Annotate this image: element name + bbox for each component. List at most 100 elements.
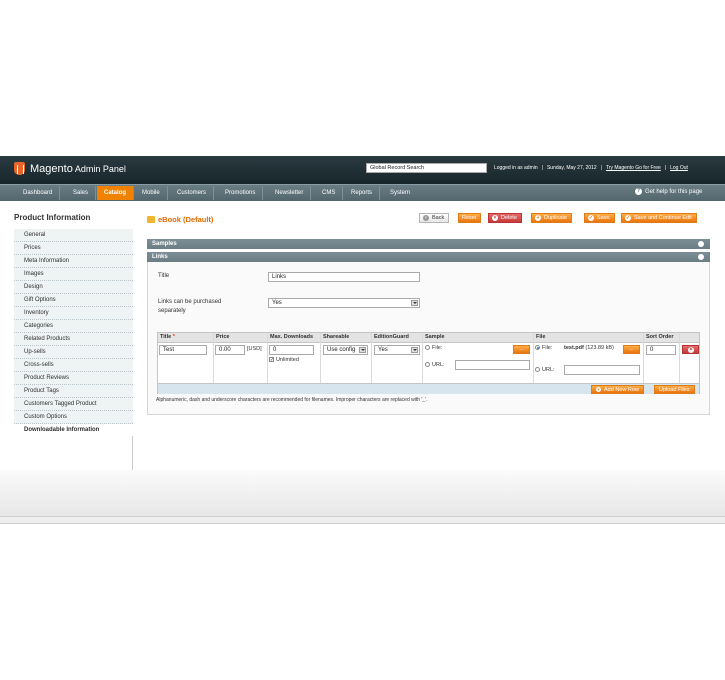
sidebar-divider [132,436,133,470]
checkbox-icon[interactable] [269,356,274,364]
tab-prices[interactable]: Prices [14,242,133,255]
nav-cms[interactable]: CMS [315,186,344,200]
footer-band [0,470,725,516]
file-browse-button[interactable]: ... [623,345,640,354]
radio-icon[interactable] [535,367,540,373]
col-title-label: Title [160,334,172,340]
chevron-down-icon [411,300,418,306]
add-new-row-label: Add New Row [604,386,639,393]
tab-custom-options[interactable]: Custom Options [14,411,133,424]
grid-footer: + Add New Row Upload Files [158,383,699,394]
file-size: (123.89 kB) [585,345,614,351]
nav-catalog[interactable]: Catalog [97,186,135,200]
sample-browse-button[interactable]: ... [513,345,530,354]
back-button-label: Back [432,214,445,221]
tab-product-tags[interactable]: Product Tags [14,385,133,398]
page-title-text: eBook (Default) [158,215,214,224]
links-grid: Title * Price Max. Downloads Shareable E… [157,332,700,394]
col-editionguard: EditionGuard [374,334,409,340]
tab-product-reviews[interactable]: Product Reviews [14,372,133,385]
grid-divider [422,333,423,383]
file-url-label: URL: [542,367,555,373]
delete-button[interactable]: × Delete [488,213,522,223]
save-button[interactable]: ✓ Save [584,213,615,223]
tab-gift-options[interactable]: Gift Options [14,294,133,307]
back-button[interactable]: ‹ Back [419,213,450,223]
collapse-icon[interactable] [698,254,704,260]
radio-icon[interactable] [425,362,430,368]
col-sort-order: Sort Order [646,334,674,340]
nav-mobile[interactable]: Mobile [135,186,168,200]
nav-system[interactable]: System [383,186,417,200]
radio-icon[interactable] [425,345,430,351]
footer-bar [0,516,725,524]
upload-files-button[interactable]: Upload Files [654,385,695,394]
tab-images[interactable]: Images [14,268,133,281]
unlimited-checkbox[interactable]: Unlimited [269,356,299,364]
reset-button-label: Reset [462,214,477,221]
sample-url-radio[interactable]: URL: [425,361,445,369]
reset-button[interactable]: Reset [458,213,482,223]
delete-icon: × [492,215,498,221]
user-bar: Logged in as admin | Sunday, May 27, 2012 |… [494,165,688,171]
sample-url-label: URL: [432,362,445,368]
tab-inventory[interactable]: Inventory [14,307,133,320]
radio-selected-icon[interactable] [535,345,540,351]
link-title-input[interactable]: Test [159,345,207,355]
plus-icon: + [596,387,601,392]
link-price-input[interactable]: 0.00 [215,345,245,355]
nav-dashboard[interactable]: Dashboard [16,186,61,200]
links-separately-label: Links can be purchased separately [158,299,222,314]
links-separately-value: Yes [272,300,282,306]
links-title-input[interactable]: Links [268,272,420,282]
sort-order-input[interactable]: 0 [646,345,676,355]
product-icon [147,216,155,223]
tab-cross-sells[interactable]: Cross-sells [14,359,133,372]
file-label: File: [542,345,553,351]
global-search-input[interactable]: Global Record Search [366,163,487,173]
help-link[interactable]: ? Get help for this page [635,188,702,195]
grid-divider [213,333,214,383]
nav-customers[interactable]: Customers [170,186,215,200]
nav-reports[interactable]: Reports [344,186,381,200]
samples-section-header[interactable]: Samples [147,239,710,249]
try-magento-go-link[interactable]: Try Magento Go for Free [606,165,661,171]
logout-link[interactable]: Log Out [670,165,688,171]
date-text: Sunday, May 27, 2012 [546,165,597,171]
editionguard-value: Yes [378,347,388,353]
links-section-header[interactable]: Links [147,252,710,262]
sample-file-radio[interactable]: File: [425,344,442,352]
tab-meta-information[interactable]: Meta Information [14,255,133,268]
sample-url-input[interactable] [455,360,530,370]
file-radio[interactable]: File: [535,344,552,352]
tab-general[interactable]: General [14,229,133,242]
back-arrow-icon: ‹ [423,215,429,221]
links-separately-select[interactable]: Yes [268,298,420,308]
nav-promotions[interactable]: Promotions [218,186,264,200]
magento-logo[interactable]: Magento Admin Panel [14,162,126,175]
tab-design[interactable]: Design [14,281,133,294]
grid-header: Title * Price Max. Downloads Shareable E… [158,333,699,343]
file-url-input[interactable] [564,365,640,375]
max-downloads-input[interactable]: 0 [269,345,314,355]
shareable-select[interactable]: Use config [323,345,368,355]
add-new-row-button[interactable]: + Add New Row [591,385,644,394]
save-continue-button[interactable]: ✓ Save and Continue Edit [621,213,697,223]
unlimited-label: Unlimited [276,357,299,363]
tab-categories[interactable]: Categories [14,320,133,333]
nav-sales[interactable]: Sales [66,186,97,200]
tab-related-products[interactable]: Related Products [14,333,133,346]
currency-label: [USD] [247,346,262,352]
expand-icon[interactable] [698,241,704,247]
delete-row-button[interactable] [682,345,699,354]
duplicate-button[interactable]: + Duplicate [531,213,572,223]
col-shareable: Shareable [323,334,350,340]
nav-newsletter[interactable]: Newsletter [268,186,312,200]
tab-customers-tagged-product[interactable]: Customers Tagged Product [14,398,133,411]
save-button-label: Save [597,214,610,221]
tab-downloadable-information[interactable]: Downloadable Information [14,424,133,437]
file-url-radio[interactable]: URL: [535,366,555,374]
editionguard-select[interactable]: Yes [374,345,420,355]
uploaded-file-info: test.pdf (123.89 kB) [564,344,624,352]
tab-up-sells[interactable]: Up-sells [14,346,133,359]
